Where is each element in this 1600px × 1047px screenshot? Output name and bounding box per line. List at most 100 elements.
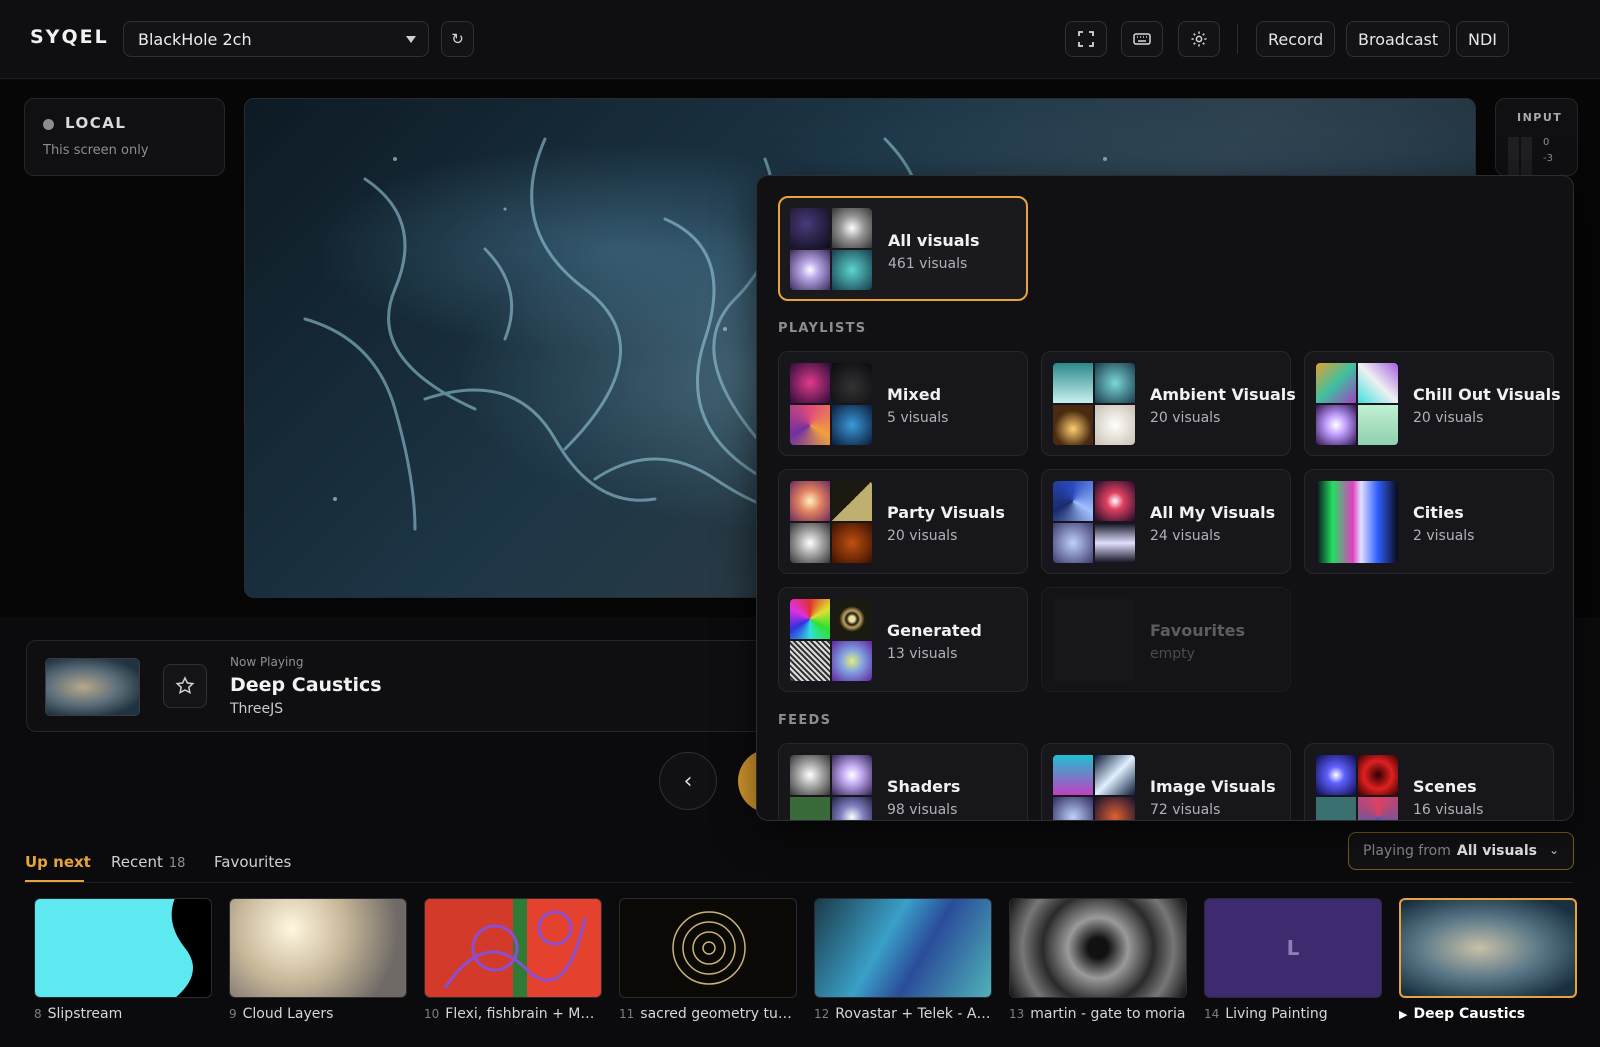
sacred-geometry-art xyxy=(672,911,746,985)
refresh-device-button[interactable]: ↻ xyxy=(441,21,474,57)
tab-label: Recent xyxy=(111,853,163,871)
tab-recent[interactable]: Recent 18 xyxy=(111,853,185,871)
card-name: All My Visuals xyxy=(1150,503,1276,522)
card-thumbnail xyxy=(1316,755,1398,820)
queue-name: Slipstream xyxy=(47,1006,123,1022)
queue-item[interactable]: L 14 Living Painting xyxy=(1204,898,1382,1022)
card-thumbnail xyxy=(1053,755,1135,820)
gear-icon xyxy=(1191,31,1207,47)
queue-number: 9 xyxy=(229,1007,237,1021)
meter-bar-right xyxy=(1521,137,1532,177)
library-dropdown: All visuals 461 visuals PLAYLISTS Mixed … xyxy=(756,175,1574,821)
queue-name: Rovastar + Telek - Alta... xyxy=(835,1006,992,1022)
queue-item[interactable]: 10 Flexi, fishbrain + Marti... xyxy=(424,898,602,1022)
playlist-card-ambient[interactable]: Ambient Visuals 20 visuals xyxy=(1041,351,1296,456)
queue-thumbnail xyxy=(1399,898,1577,998)
library-card-all-visuals[interactable]: All visuals 461 visuals xyxy=(778,196,1028,301)
queue-number: 13 xyxy=(1009,1007,1025,1021)
card-thumbnail xyxy=(1053,363,1135,445)
chevron-down-icon: ⌄ xyxy=(1548,843,1559,857)
now-playing-card: Now Playing Deep Caustics ThreeJS xyxy=(26,640,806,732)
playlist-card-chill-out[interactable]: Chill Out Visuals 20 visuals xyxy=(1304,351,1561,456)
audio-device-value: BlackHole 2ch xyxy=(138,30,252,49)
card-thumbnail-empty xyxy=(1053,599,1135,681)
queue-item[interactable]: 8 Slipstream xyxy=(34,898,212,1022)
card-thumbnail xyxy=(790,755,872,820)
feed-card-image-visuals[interactable]: Image Visuals 72 visuals xyxy=(1041,743,1291,820)
record-button[interactable]: Record xyxy=(1256,21,1336,57)
playlist-card-cities[interactable]: Cities 2 visuals xyxy=(1304,469,1554,574)
card-thumbnail xyxy=(1316,481,1398,563)
feed-card-shaders[interactable]: Shaders 98 visuals xyxy=(778,743,1028,820)
queue-name: martin - gate to moria xyxy=(1030,1006,1186,1022)
chevron-left-icon: ‹ xyxy=(683,768,693,794)
playlist-card-generated[interactable]: Generated 13 visuals xyxy=(778,587,1028,692)
tab-up-next[interactable]: Up next xyxy=(25,853,91,871)
card-name: Mixed xyxy=(887,385,942,404)
tab-label: Up next xyxy=(25,853,91,871)
keyboard-icon xyxy=(1133,33,1151,45)
tabs-divider xyxy=(25,882,1573,883)
card-count: empty xyxy=(1150,646,1195,662)
play-icon: ▶ xyxy=(1399,1008,1408,1021)
queue-item[interactable]: 9 Cloud Layers xyxy=(229,898,407,1022)
chevron-down-icon xyxy=(406,36,416,43)
playlist-card-favourites[interactable]: Favourites empty xyxy=(1041,587,1291,692)
queue-item[interactable]: 13 martin - gate to moria xyxy=(1009,898,1187,1022)
card-name: All visuals xyxy=(888,231,980,250)
tab-favourites[interactable]: Favourites xyxy=(214,853,291,871)
card-name: Image Visuals xyxy=(1150,777,1276,796)
queue-thumbnail xyxy=(1009,898,1187,998)
card-count: 72 visuals xyxy=(1150,802,1221,818)
playlist-card-mixed[interactable]: Mixed 5 visuals xyxy=(778,351,1028,456)
card-count: 20 visuals xyxy=(887,528,958,544)
feeds-heading: FEEDS xyxy=(778,713,832,728)
card-name: Scenes xyxy=(1413,777,1477,796)
card-thumbnail xyxy=(790,481,872,563)
audio-device-select[interactable]: BlackHole 2ch xyxy=(123,21,429,57)
keyboard-button[interactable] xyxy=(1121,21,1163,57)
queue-thumbnail xyxy=(424,898,602,998)
queue-thumbnail: L xyxy=(1204,898,1382,998)
playing-from-select[interactable]: Playing from All visuals ⌄ xyxy=(1348,832,1574,870)
playlist-card-party[interactable]: Party Visuals 20 visuals xyxy=(778,469,1028,574)
ndi-button[interactable]: NDI xyxy=(1456,21,1510,57)
queue-number: 8 xyxy=(34,1007,42,1021)
fullscreen-button[interactable] xyxy=(1065,21,1107,57)
queue-name: Living Painting xyxy=(1225,1006,1328,1022)
card-name: Cities xyxy=(1413,503,1464,522)
slipstream-art xyxy=(35,899,193,997)
playlist-card-all-my-visuals[interactable]: All My Visuals 24 visuals xyxy=(1041,469,1291,574)
card-thumbnail xyxy=(1316,363,1398,445)
playlists-heading: PLAYLISTS xyxy=(778,321,867,336)
card-name: Shaders xyxy=(887,777,961,796)
card-count: 2 visuals xyxy=(1413,528,1475,544)
queue-item[interactable]: 11 sacred geometry tunne... xyxy=(619,898,797,1022)
top-bar: SYQEL BlackHole 2ch ↻ Record Broadcast N… xyxy=(0,0,1600,79)
queue-number: 11 xyxy=(619,1007,635,1021)
card-thumbnail xyxy=(790,363,872,445)
tab-count: 18 xyxy=(168,856,186,871)
flexi-art xyxy=(443,910,587,989)
playing-from-prefix: Playing from xyxy=(1363,843,1451,859)
settings-button[interactable] xyxy=(1178,21,1220,57)
meter-tick-3: -3 xyxy=(1543,153,1553,164)
queue-item[interactable]: 12 Rovastar + Telek - Alta... xyxy=(814,898,992,1022)
card-thumbnail xyxy=(1053,481,1135,563)
queue-number: 14 xyxy=(1204,1007,1220,1021)
card-count: 5 visuals xyxy=(887,410,949,426)
card-count: 20 visuals xyxy=(1413,410,1484,426)
refresh-icon: ↻ xyxy=(451,30,464,48)
queue-name: Flexi, fishbrain + Marti... xyxy=(445,1006,602,1022)
feed-card-scenes[interactable]: Scenes 16 visuals xyxy=(1304,743,1554,820)
fullscreen-icon xyxy=(1078,31,1094,47)
favourite-button[interactable] xyxy=(163,664,207,708)
status-dot xyxy=(43,119,54,130)
output-target-card[interactable]: LOCAL This screen only xyxy=(24,98,225,176)
queue-thumbnail xyxy=(34,898,212,998)
toolbar-divider xyxy=(1237,24,1238,54)
queue-item-current[interactable]: ▶ Deep Caustics xyxy=(1399,898,1577,1022)
broadcast-button[interactable]: Broadcast xyxy=(1346,21,1451,57)
card-name: Ambient Visuals xyxy=(1150,385,1296,404)
previous-button[interactable]: ‹ xyxy=(659,752,717,810)
